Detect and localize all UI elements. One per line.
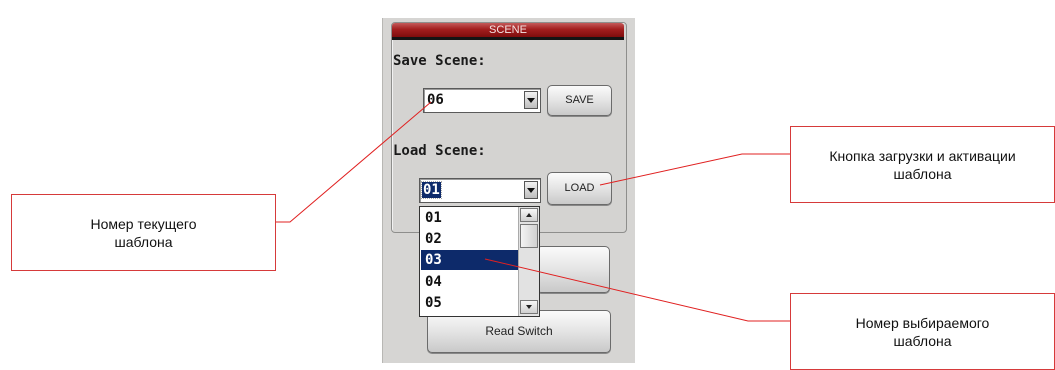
callout-current-template: Номер текущего шаблона bbox=[11, 194, 276, 271]
callout-load-button: Кнопка загрузки и активации шаблона bbox=[790, 126, 1055, 203]
callout-line-load bbox=[599, 153, 790, 186]
callout-line-current bbox=[276, 101, 432, 223]
callout-line-selected bbox=[484, 258, 790, 322]
callout-selected-template: Номер выбираемого шаблона bbox=[790, 293, 1055, 370]
